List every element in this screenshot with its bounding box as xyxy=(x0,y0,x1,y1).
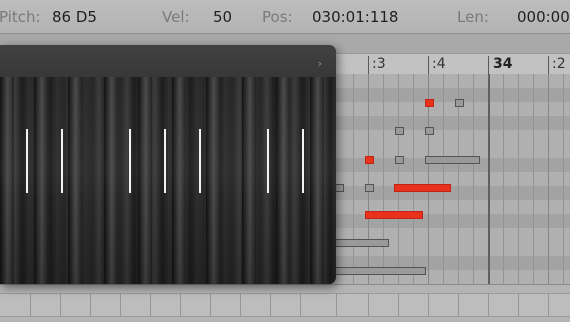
grid-line xyxy=(443,74,444,284)
length-value[interactable]: 000:00 xyxy=(517,8,570,26)
pitch-label: Pitch: xyxy=(0,8,41,26)
midi-note[interactable] xyxy=(395,127,404,135)
midi-note[interactable] xyxy=(330,267,426,275)
ruler-tick xyxy=(548,56,549,74)
key-highlight xyxy=(164,129,166,193)
grid-line xyxy=(518,74,519,284)
position-label: Pos: xyxy=(262,8,293,26)
grid-line xyxy=(548,74,549,284)
grid-line xyxy=(533,74,534,284)
pitch-value[interactable]: 86 D5 xyxy=(52,8,97,26)
ruler-label-beat-3: :3 xyxy=(372,56,386,72)
grid-line xyxy=(563,74,564,284)
position-value[interactable]: 030:01:118 xyxy=(312,8,398,26)
key-highlight xyxy=(129,129,131,193)
midi-note[interactable] xyxy=(395,156,404,164)
grid-line xyxy=(473,74,474,284)
midi-note[interactable] xyxy=(365,156,374,164)
grid-line xyxy=(503,74,504,284)
midi-note[interactable] xyxy=(394,184,451,192)
length-label: Len: xyxy=(457,8,489,26)
instrument-overlay-panel[interactable]: › xyxy=(0,45,336,284)
midi-note[interactable] xyxy=(455,99,464,107)
keyboard-preview xyxy=(0,77,336,284)
ruler-label-beat-4: :4 xyxy=(432,56,446,72)
ruler-label-beat-2: :2 xyxy=(552,56,566,72)
key-highlight xyxy=(26,129,28,193)
velocity-label: Vel: xyxy=(162,8,190,26)
key-highlight xyxy=(267,129,269,193)
controller-lane[interactable] xyxy=(0,284,570,322)
velocity-strip[interactable] xyxy=(0,293,570,317)
ruler-label-bar-34: 34 xyxy=(493,56,513,72)
key-highlight xyxy=(199,129,201,193)
grid-line-bar xyxy=(488,74,490,284)
ruler-tick xyxy=(428,56,429,74)
key-highlight xyxy=(61,129,63,193)
grid-line xyxy=(413,74,414,284)
ruler-tick xyxy=(368,56,369,74)
grid-line xyxy=(353,74,354,284)
midi-note[interactable] xyxy=(335,184,344,192)
overlay-header: › xyxy=(0,45,336,77)
midi-note[interactable] xyxy=(365,211,423,219)
ruler-tick xyxy=(488,56,489,74)
key-highlight xyxy=(302,129,304,193)
status-bar: Pitch: 86 D5 Vel: 50 Pos: 030:01:118 Len… xyxy=(0,0,570,34)
midi-note[interactable] xyxy=(425,156,480,164)
velocity-value[interactable]: 50 xyxy=(213,8,232,26)
midi-note[interactable] xyxy=(425,127,434,135)
midi-note[interactable] xyxy=(365,184,374,192)
grid-line xyxy=(383,74,384,284)
midi-note[interactable] xyxy=(425,99,434,107)
midi-note[interactable] xyxy=(330,239,389,247)
grid-line xyxy=(368,74,369,284)
chevron-right-icon[interactable]: › xyxy=(318,58,322,69)
grid-line xyxy=(398,74,399,284)
